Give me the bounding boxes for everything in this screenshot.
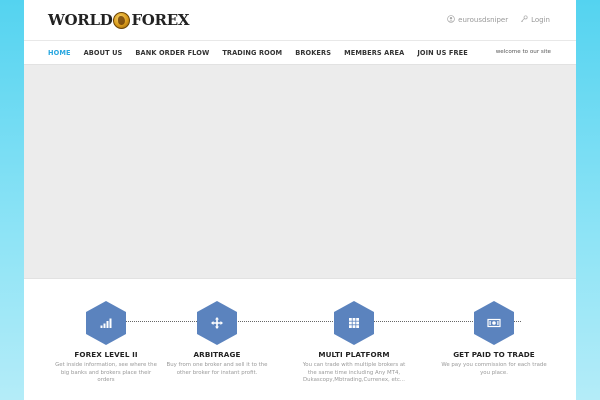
feature-hex-button[interactable] <box>474 301 514 345</box>
user-link-label: eurousdsniper <box>458 16 509 24</box>
feature-arbitrage: ARBITRAGE Buy from one broker and sell i… <box>162 301 272 377</box>
feature-description: Buy from one broker and sell it to the o… <box>166 362 268 376</box>
logo-text-left: WORLD <box>48 11 113 29</box>
feature-title: MULTI PLATFORM <box>318 350 390 359</box>
site-logo[interactable]: WORLD FOREX <box>48 9 190 31</box>
feature-hex-button[interactable] <box>197 301 237 345</box>
key-icon <box>520 15 528 25</box>
top-links: eurousdsniper Login <box>447 15 550 25</box>
feature-title: GET PAID TO TRADE <box>453 350 535 359</box>
nav-item-home[interactable]: HOME <box>48 49 71 57</box>
move-arrows-icon <box>211 317 223 329</box>
banknote-icon <box>487 318 501 328</box>
login-link-label: Login <box>531 16 550 24</box>
user-link[interactable]: eurousdsniper <box>447 15 508 25</box>
features-section: FOREX LEVEL II Get inside information, s… <box>24 279 576 399</box>
feature-hex-button[interactable] <box>86 301 126 345</box>
feature-description: We pay you commission for each trade you… <box>441 362 547 376</box>
logo-text-right: FOREX <box>131 11 190 29</box>
header: WORLD FOREX eurousdsniper Login <box>24 0 576 40</box>
grid-icon <box>349 318 359 328</box>
feature-description: You can trade with multiple brokers at t… <box>302 362 406 383</box>
bar-chart-icon <box>100 318 112 328</box>
nav-item-join-us-free[interactable]: JOIN US FREE <box>417 49 468 57</box>
feature-forex-level-ii: FOREX LEVEL II Get inside information, s… <box>51 301 161 385</box>
login-link[interactable]: Login <box>520 15 550 25</box>
feature-title: FOREX LEVEL II <box>74 350 138 359</box>
nav-item-trading-room[interactable]: TRADING ROOM <box>222 49 282 57</box>
feature-title: ARBITRAGE <box>193 350 241 359</box>
feature-hex-button[interactable] <box>334 301 374 345</box>
feature-get-paid-to-trade: GET PAID TO TRADE We pay you commission … <box>439 301 549 377</box>
main-navigation: HOME ABOUT US BANK ORDER FLOW TRADING RO… <box>24 40 576 64</box>
page-container: WORLD FOREX eurousdsniper Login HOME ABO… <box>24 0 576 400</box>
welcome-text: welcome to our site <box>495 49 551 55</box>
nav-item-about-us[interactable]: ABOUT US <box>84 49 123 57</box>
nav-item-bank-order-flow[interactable]: BANK ORDER FLOW <box>135 49 209 57</box>
hero-banner <box>24 64 576 279</box>
feature-description: Get inside information, see where the bi… <box>55 362 157 383</box>
nav-item-brokers[interactable]: BROKERS <box>295 49 331 57</box>
nav-item-members-area[interactable]: MEMBERS AREA <box>344 49 404 57</box>
user-icon <box>447 15 455 25</box>
globe-icon <box>113 11 131 29</box>
feature-multi-platform: MULTI PLATFORM You can trade with multip… <box>299 301 409 385</box>
